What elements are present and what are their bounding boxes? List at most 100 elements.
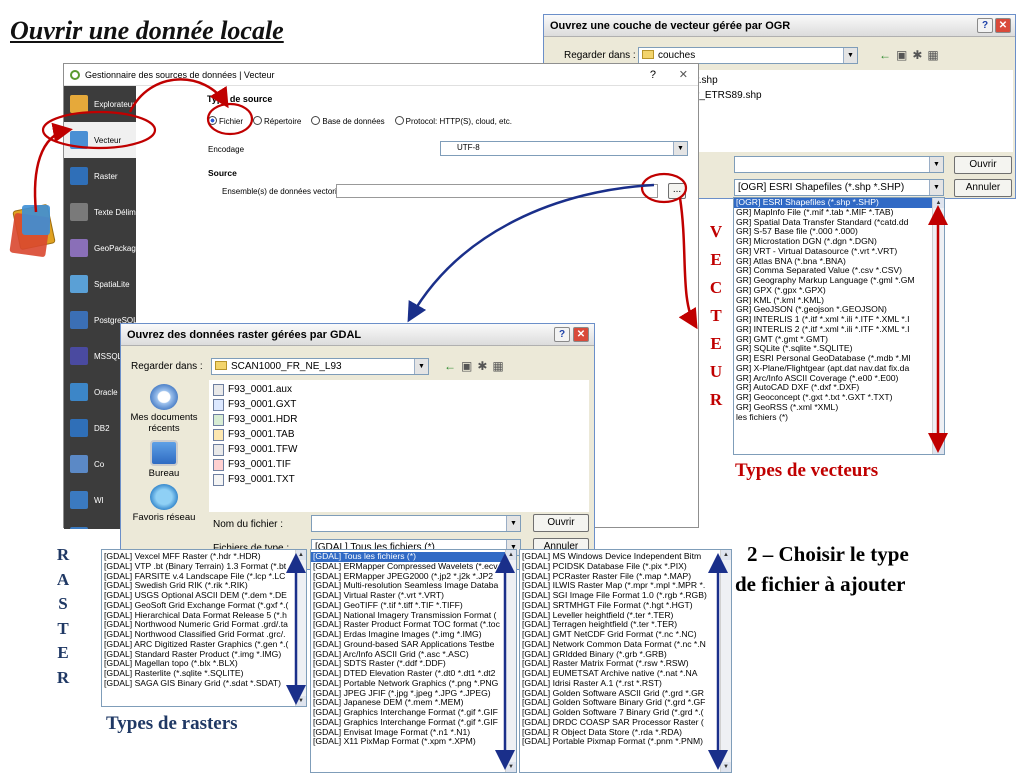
sidebar-item[interactable]: SpatiaLite <box>64 266 136 302</box>
file-item[interactable]: F93_0001.TAB <box>213 427 585 442</box>
list-item[interactable]: [GDAL] ERMapper Compressed Wavelets (*.e… <box>311 562 505 572</box>
sidebar-item[interactable]: Raster <box>64 158 136 194</box>
list-item[interactable]: [GDAL] JPEG JFIF (*.jpg *.jpeg *.JPG *.J… <box>311 689 505 699</box>
list-item[interactable]: les fichiers (*) <box>734 413 932 423</box>
list-item[interactable]: GR] INTERLIS 2 (*.itf *.xml *.ili *.ITF … <box>734 325 932 335</box>
lookin-combo[interactable]: SCAN1000_FR_NE_L93 ▼ <box>211 358 429 375</box>
back-icon[interactable]: ← <box>444 359 461 373</box>
list-item[interactable]: [GDAL] ERMapper JPEG2000 (*.jp2 *.j2k *.… <box>311 572 505 582</box>
dataset-input[interactable] <box>336 184 658 198</box>
lookin-combo[interactable]: couches ▼ <box>638 47 858 64</box>
list-item[interactable]: GR] Atlas BNA (*.bna *.BNA) <box>734 257 932 267</box>
list-item[interactable]: [GDAL] Standard Raster Product (*.img *.… <box>102 650 295 660</box>
radio-repertoire[interactable]: Répertoire <box>253 116 301 126</box>
new-folder-icon[interactable]: ✱ <box>912 48 927 62</box>
place-recent-documents[interactable]: Mes documents récents <box>127 384 201 434</box>
scrollbar[interactable]: ▲ ▼ <box>932 198 944 454</box>
place-network[interactable]: Favoris réseau <box>127 484 201 523</box>
list-item[interactable]: GR] GMT (*.gmt *.GMT) <box>734 335 932 345</box>
sidebar-item[interactable]: Vecteur <box>64 122 136 158</box>
vector-format-list[interactable]: [OGR] ESRI Shapefiles (*.shp *.SHP) GR] M… <box>733 197 945 455</box>
scrollbar[interactable]: ▲ ▼ <box>720 550 731 772</box>
list-item[interactable]: [GDAL] ILWIS Raster Map (*.mpr *.mpl *.M… <box>520 581 720 591</box>
list-item[interactable]: [GDAL] GMT NetCDF Grid Format (*.nc *.NC… <box>520 630 720 640</box>
scroll-down-icon[interactable]: ▼ <box>506 762 516 772</box>
list-item[interactable]: [GDAL] SRTMHGT File Format (*.hgt *.HGT) <box>520 601 720 611</box>
list-item[interactable]: [GDAL] DTED Elevation Raster (*.dt0 *.dt… <box>311 669 505 679</box>
list-item[interactable]: [GDAL] Virtual Raster (*.vrt *.VRT) <box>311 591 505 601</box>
sidebar-item[interactable]: GeoPackage <box>64 230 136 266</box>
list-item[interactable]: GR] SQLite (*.sqlite *.SQLITE) <box>734 344 932 354</box>
raster-format-list-2[interactable]: [GDAL] Tous les fichiers (*) [GDAL] ERMap… <box>310 549 517 773</box>
close-button[interactable]: ✕ <box>573 327 589 342</box>
back-icon[interactable]: ← <box>879 48 896 62</box>
list-item[interactable]: [GDAL] Golden Software Binary Grid (*.gr… <box>520 698 720 708</box>
radio-base-de-donnees[interactable]: Base de données <box>311 116 385 126</box>
list-item[interactable]: [GDAL] Japanese DEM (*.mem *.MEM) <box>311 698 505 708</box>
list-item[interactable]: GR] Geography Markup Language (*.gml *.G… <box>734 276 932 286</box>
list-item[interactable]: [GDAL] Tous les fichiers (*) <box>311 552 505 562</box>
list-item[interactable]: GR] Microstation DGN (*.dgn *.DGN) <box>734 237 932 247</box>
list-item[interactable]: [GDAL] MS Windows Device Independent Bit… <box>520 552 720 562</box>
list-item[interactable]: [GDAL] Idrisi Raster A.1 (*.rst *.RST) <box>520 679 720 689</box>
list-item[interactable]: [GDAL] SAGA GIS Binary Grid (*.sdat *.SD… <box>102 679 295 689</box>
open-button[interactable]: Ouvrir <box>533 514 589 532</box>
view-menu-icon[interactable]: ▦ <box>927 48 943 62</box>
list-item[interactable]: [GDAL] Erdas Imagine Images (*.img *.IMG… <box>311 630 505 640</box>
scroll-down-icon[interactable]: ▼ <box>933 444 944 454</box>
list-item[interactable]: [GDAL] Raster Matrix Format (*.rsw *.RSW… <box>520 659 720 669</box>
list-item[interactable]: GR] INTERLIS 1 (*.itf *.xml *.ili *.ITF … <box>734 315 932 325</box>
up-folder-icon[interactable]: ▣ <box>896 48 912 62</box>
scroll-down-icon[interactable]: ▼ <box>296 696 306 706</box>
list-item[interactable]: [GDAL] Swedish Grid RIK (*.rik *.RIK) <box>102 581 295 591</box>
list-item[interactable]: [GDAL] Northwood Classified Grid Format … <box>102 630 295 640</box>
list-item[interactable]: [GDAL] Portable Network Graphics (*.png … <box>311 679 505 689</box>
scroll-up-icon[interactable]: ▲ <box>933 198 944 208</box>
filename-combo[interactable]: ▼ <box>311 515 521 532</box>
list-item[interactable]: [GDAL] GeoSoft Grid Exchange Format (*.g… <box>102 601 295 611</box>
open-button[interactable]: Ouvrir <box>954 156 1012 174</box>
list-item[interactable]: [GDAL] GRIdded Binary (*.grb *.GRB) <box>520 650 720 660</box>
list-item[interactable]: [GDAL] National Imagery Transmission For… <box>311 611 505 621</box>
list-item[interactable]: GR] VRT - Virtual Datasource (*.vrt *.VR… <box>734 247 932 257</box>
list-item[interactable]: GR] AutoCAD DXF (*.dxf *.DXF) <box>734 383 932 393</box>
list-item[interactable]: [OGR] ESRI Shapefiles (*.shp *.SHP) <box>734 198 932 208</box>
file-item[interactable]: r.shp <box>696 73 1013 88</box>
list-item[interactable]: [GDAL] Graphics Interchange Format (*.gi… <box>311 708 505 718</box>
list-item[interactable]: [GDAL] Rasterlite (*.sqlite *.SQLITE) <box>102 669 295 679</box>
list-item[interactable]: [GDAL] R Object Data Store (*.rda *.RDA) <box>520 728 720 738</box>
list-item[interactable]: [GDAL] SDTS Raster (*.ddf *.DDF) <box>311 659 505 669</box>
list-item[interactable]: GR] Arc/Info ASCII Coverage (*.e00 *.E00… <box>734 374 932 384</box>
list-item[interactable]: [GDAL] Arc/Info ASCII Grid (*.asc *.ASC) <box>311 650 505 660</box>
list-item[interactable]: GR] GPX (*.gpx *.GPX) <box>734 286 932 296</box>
list-item[interactable]: [GDAL] Multi-resolution Seamless Image D… <box>311 581 505 591</box>
view-menu-icon[interactable]: ▦ <box>492 359 508 373</box>
scroll-up-icon[interactable]: ▲ <box>721 550 731 560</box>
list-item[interactable]: [GDAL] Northwood Numeric Grid Format .gr… <box>102 620 295 630</box>
sidebar-item[interactable]: Texte Délimité <box>64 194 136 230</box>
list-item[interactable]: [GDAL] DRDC COASP SAR Processor Raster ( <box>520 718 720 728</box>
list-item[interactable]: GR] GeoJSON (*.geojson *.GEOJSON) <box>734 305 932 315</box>
scrollbar[interactable]: ▲ ▼ <box>295 550 306 706</box>
cancel-button[interactable]: Annuler <box>954 179 1012 197</box>
encoding-combo[interactable]: UTF-8 ▼ <box>440 141 688 156</box>
list-item[interactable]: GR] X-Plane/Flightgear (apt.dat nav.dat … <box>734 364 932 374</box>
sidebar-item[interactable]: Explorateur <box>64 86 136 122</box>
list-item[interactable]: GR] KML (*.kml *.KML) <box>734 296 932 306</box>
list-item[interactable]: [GDAL] VTP .bt (Binary Terrain) 1.3 Form… <box>102 562 295 572</box>
place-desktop[interactable]: Bureau <box>127 440 201 479</box>
filetype-combo[interactable]: [OGR] ESRI Shapefiles (*.shp *.SHP) ▼ <box>734 179 944 196</box>
raster-format-list-1[interactable]: [GDAL] Vexcel MFF Raster (*.hdr *.HDR) [G… <box>101 549 307 707</box>
browse-button[interactable]: ... <box>668 183 686 199</box>
list-item[interactable]: GR] Geoconcept (*.gxt *.txt *.GXT *.TXT) <box>734 393 932 403</box>
list-item[interactable]: [GDAL] Graphics Interchange Format (*.gi… <box>311 718 505 728</box>
list-item[interactable]: GR] ESRI Personal GeoDatabase (*.mdb *.M… <box>734 354 932 364</box>
list-item[interactable]: [GDAL] Leveller heightfield (*.ter *.TER… <box>520 611 720 621</box>
radio-protocol[interactable]: Protocol: HTTP(S), cloud, etc. <box>394 116 512 126</box>
file-item[interactable]: F93_0001.TFW <box>213 442 585 457</box>
list-item[interactable]: [GDAL] X11 PixMap Format (*.xpm *.XPM) <box>311 737 505 747</box>
help-button[interactable]: ? <box>650 69 656 81</box>
list-item[interactable]: [GDAL] PCIDSK Database File (*.pix *.PIX… <box>520 562 720 572</box>
list-item[interactable]: [GDAL] FARSITE v.4 Landscape File (*.lcp… <box>102 572 295 582</box>
new-folder-icon[interactable]: ✱ <box>477 359 492 373</box>
